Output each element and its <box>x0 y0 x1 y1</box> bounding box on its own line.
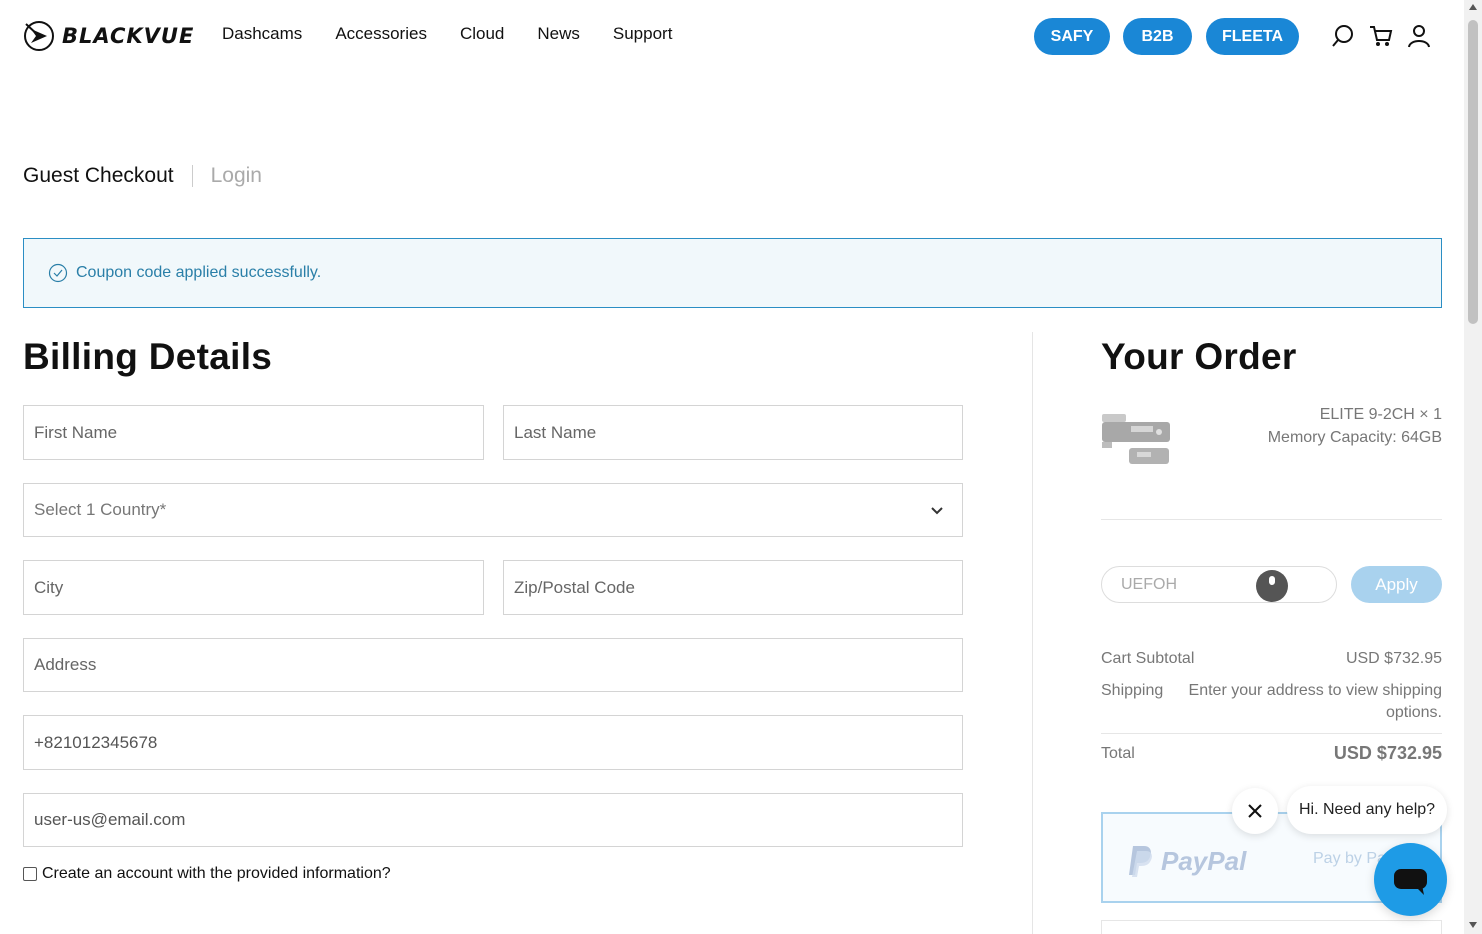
chat-launcher-button[interactable] <box>1374 843 1447 916</box>
scroll-thumb[interactable] <box>1468 20 1478 324</box>
phone-field[interactable] <box>23 715 963 770</box>
logo-text: BLACKVUE <box>62 24 195 48</box>
page-scrollbar[interactable] <box>1464 0 1482 934</box>
country-select[interactable]: Select 1 Country* <box>23 483 963 537</box>
country-select-text: Select 1 Country* <box>34 500 167 519</box>
create-account-label[interactable]: Create an account with the provided info… <box>42 865 391 883</box>
address-field[interactable] <box>23 638 963 692</box>
last-name-input[interactable] <box>504 406 962 459</box>
nav-dashcams[interactable]: Dashcams <box>222 24 302 44</box>
email-field[interactable] <box>23 793 963 847</box>
coupon-value: UEFOH <box>1121 576 1177 593</box>
logo-mark-icon <box>24 21 54 51</box>
nav-cloud[interactable]: Cloud <box>460 24 504 44</box>
user-icon[interactable] <box>1406 23 1432 49</box>
check-circle-icon <box>48 263 68 283</box>
search-icon[interactable] <box>1330 23 1356 49</box>
zip-input[interactable] <box>504 561 962 614</box>
mouse-cursor-icon <box>1256 570 1288 602</box>
chat-close-button[interactable] <box>1232 788 1278 834</box>
subtotal-value: USD $732.95 <box>1345 650 1442 667</box>
safy-button[interactable]: SAFY <box>1034 18 1110 55</box>
city-input[interactable] <box>24 561 483 614</box>
order-title: Your Order <box>1101 336 1297 377</box>
chat-icon <box>1394 869 1427 895</box>
b2b-button[interactable]: B2B <box>1123 18 1192 55</box>
order-item-name: ELITE 9-2CH × 1 <box>1319 406 1442 423</box>
paypal-logo: PayPal <box>1127 844 1246 878</box>
total-value: USD $732.95 <box>1333 743 1442 763</box>
address-input[interactable] <box>24 639 962 691</box>
nav-accessories[interactable]: Accessories <box>335 24 427 44</box>
fleeta-button[interactable]: FLEETA <box>1206 18 1299 55</box>
checkout-tabs: Guest Checkout Login <box>23 164 262 188</box>
phone-input[interactable] <box>24 716 962 769</box>
shipping-label: Shipping <box>1101 682 1164 699</box>
shipping-note: Enter your address to view shipping opti… <box>1188 682 1442 721</box>
last-name-field[interactable] <box>503 405 963 460</box>
total-divider <box>1101 733 1442 734</box>
tab-guest-checkout[interactable]: Guest Checkout <box>23 164 174 188</box>
tab-separator <box>191 165 193 187</box>
first-name-input[interactable] <box>24 406 483 459</box>
email-input[interactable] <box>24 794 962 846</box>
notice-text: Coupon code applied successfully. <box>76 264 322 281</box>
nav-support[interactable]: Support <box>613 24 673 44</box>
scroll-up-arrow-icon[interactable] <box>1469 4 1477 10</box>
site-header: BLACKVUE Dashcams Accessories Cloud News… <box>0 0 1464 72</box>
subtotal-label: Cart Subtotal <box>1101 650 1195 667</box>
coupon-success-notice: Coupon code applied successfully. <box>23 238 1442 308</box>
create-account-row: Create an account with the provided info… <box>23 865 391 883</box>
column-divider <box>1032 332 1033 934</box>
nav-news[interactable]: News <box>537 24 580 44</box>
chat-greeting[interactable]: Hi. Need any help? <box>1287 786 1447 834</box>
tab-login[interactable]: Login <box>211 164 262 188</box>
coupon-input[interactable]: UEFOH <box>1101 566 1337 603</box>
paypal-wordmark: PayPal <box>1161 845 1247 876</box>
order-divider <box>1101 519 1442 520</box>
cart-icon[interactable] <box>1368 23 1394 49</box>
product-thumbnail <box>1102 414 1170 464</box>
paypal-icon <box>1129 846 1152 877</box>
apply-coupon-button[interactable]: Apply <box>1351 566 1442 603</box>
order-item-option: Memory Capacity: 64GB <box>1267 429 1442 446</box>
zip-field[interactable] <box>503 560 963 615</box>
blackvue-logo[interactable]: BLACKVUE <box>22 19 194 53</box>
next-payment-box <box>1101 920 1442 934</box>
close-icon <box>1248 804 1262 818</box>
city-field[interactable] <box>23 560 484 615</box>
first-name-field[interactable] <box>23 405 484 460</box>
chevron-down-icon <box>931 507 943 515</box>
create-account-checkbox[interactable] <box>23 867 37 881</box>
scroll-down-arrow-icon[interactable] <box>1469 922 1477 928</box>
billing-title: Billing Details <box>23 336 273 377</box>
main-nav: Dashcams Accessories Cloud News Support <box>222 24 672 44</box>
total-label: Total <box>1101 745 1135 762</box>
